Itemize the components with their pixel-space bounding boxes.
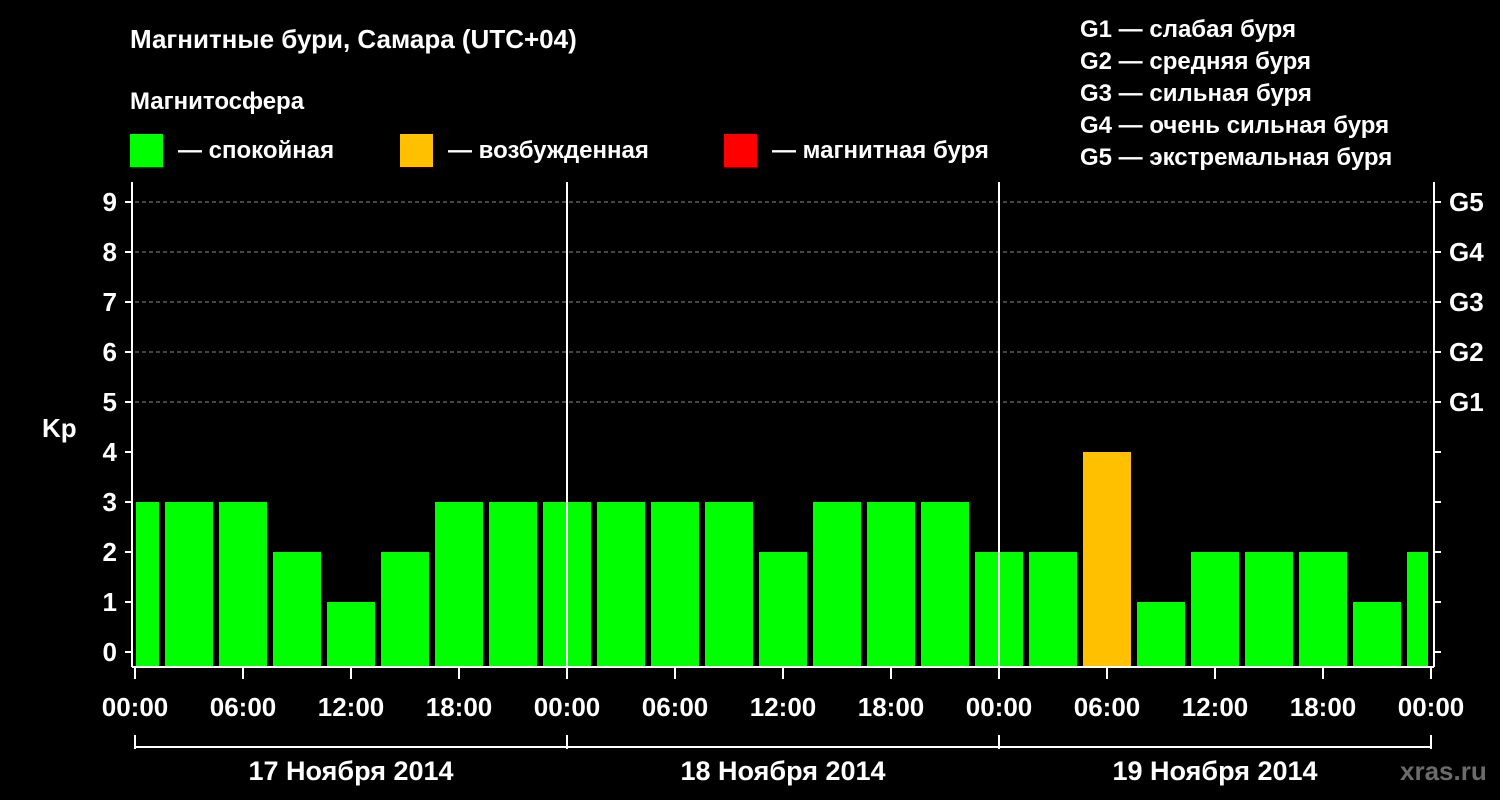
legend-swatch-quiet — [130, 134, 163, 167]
date-label: 18 Ноября 2014 — [680, 756, 885, 786]
date-label: 17 Ноября 2014 — [248, 756, 453, 786]
g-legend-item-g1: G1 — слабая буря — [1080, 16, 1296, 43]
date-label: 19 Ноября 2014 — [1112, 756, 1317, 786]
watermark: xras.ru — [1400, 756, 1487, 786]
y-tick-label: 6 — [103, 337, 117, 367]
y-tick-label: 3 — [103, 487, 117, 517]
grid-lines — [135, 201, 1431, 403]
chart-subtitle: Магнитосфера — [130, 88, 305, 115]
kp-bar — [597, 502, 645, 667]
kp-bar — [813, 502, 861, 667]
kp-bar — [327, 602, 375, 667]
kp-bar — [867, 502, 915, 667]
g-level-label: G4 — [1449, 237, 1484, 267]
kp-bar — [165, 502, 213, 667]
legend-label-storm: — магнитная буря — [772, 137, 989, 164]
x-tick-label: 00:00 — [102, 692, 169, 722]
x-tick-label: 06:00 — [210, 692, 277, 722]
y-tick-label: 0 — [103, 637, 117, 667]
legend-item-quiet: — спокойная — [130, 134, 334, 167]
g-level-label: G3 — [1449, 287, 1484, 317]
g-legend-item-g2: G2 — средняя буря — [1080, 48, 1311, 75]
kp-bar — [1299, 552, 1347, 667]
y-tick-label: 2 — [103, 537, 117, 567]
x-tick-label: 18:00 — [858, 692, 925, 722]
x-tick-label: 18:00 — [1290, 692, 1357, 722]
legend-item-storm: — магнитная буря — [724, 134, 989, 167]
kp-bar — [381, 552, 429, 667]
legend-label-quiet: — спокойная — [178, 137, 334, 164]
kp-bar — [435, 502, 483, 667]
x-tick-label: 00:00 — [534, 692, 601, 722]
g-legend-item-g4: G4 — очень сильная буря — [1080, 112, 1389, 139]
y-tick-label: 4 — [103, 437, 118, 467]
kp-bar — [921, 502, 969, 667]
x-tick-label: 06:00 — [642, 692, 709, 722]
kp-bar — [273, 552, 321, 667]
kp-bar — [219, 502, 267, 667]
y-tick-label: 5 — [103, 387, 117, 417]
kp-bar — [1353, 602, 1401, 667]
kp-chart: Магнитные бури, Самара (UTC+04) Магнитос… — [42, 16, 1487, 786]
g-level-label: G1 — [1449, 387, 1484, 417]
y-tick-label: 9 — [103, 187, 117, 217]
axis-labels: 0 1 2 3 4 5 6 7 8 9 G1 G2 G3 G4 G5 00:00 06:00 12:00 18:00… — [102, 187, 1484, 786]
legend-item-excited: — возбужденная — [400, 134, 649, 167]
y-axis-label: Kp — [42, 413, 77, 443]
x-tick-label: 12:00 — [750, 692, 817, 722]
kp-bar — [1191, 552, 1239, 667]
kp-bar — [705, 502, 753, 667]
kp-bar — [1083, 452, 1131, 667]
kp-bars — [136, 452, 1428, 667]
legend-swatch-storm — [724, 134, 757, 167]
kp-bar — [759, 552, 807, 667]
legend-swatch-excited — [400, 134, 433, 167]
g-scale-legend: G1 — слабая буря G2 — средняя буря G3 — … — [1080, 16, 1392, 171]
kp-bar — [1245, 552, 1293, 667]
x-tick-label: 18:00 — [426, 692, 493, 722]
y-tick-label: 8 — [103, 237, 117, 267]
kp-bar — [1407, 552, 1428, 667]
kp-bar — [489, 502, 537, 667]
kp-bar — [1029, 552, 1077, 667]
g-level-label: G5 — [1449, 187, 1484, 217]
state-legend: — спокойная — возбужденная — магнитная б… — [130, 134, 989, 167]
x-tick-label: 00:00 — [1398, 692, 1465, 722]
legend-label-excited: — возбужденная — [448, 137, 649, 164]
x-tick-label: 12:00 — [1182, 692, 1249, 722]
g-level-label: G2 — [1449, 337, 1484, 367]
y-tick-label: 1 — [103, 587, 117, 617]
x-tick-label: 00:00 — [966, 692, 1033, 722]
x-tick-label: 12:00 — [318, 692, 385, 722]
kp-bar — [136, 502, 159, 667]
x-tick-label: 06:00 — [1074, 692, 1141, 722]
chart-title: Магнитные бури, Самара (UTC+04) — [130, 24, 577, 54]
g-legend-item-g5: G5 — экстремальная буря — [1080, 144, 1392, 171]
y-tick-label: 7 — [103, 287, 117, 317]
kp-bar — [651, 502, 699, 667]
kp-bar — [1137, 602, 1185, 667]
g-legend-item-g3: G3 — сильная буря — [1080, 80, 1312, 107]
